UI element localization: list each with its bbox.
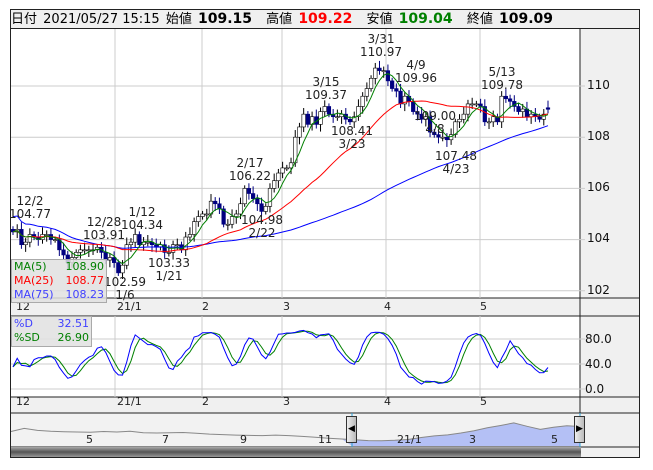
ma75-value: 108.23 [65,288,105,301]
close-label: 終値 [466,12,493,27]
nav-label-7: 7 [162,433,169,446]
low-label: 安値 [366,12,393,27]
annotation-3-23: 108.41 3/23 [331,124,373,151]
low-value: 109.04 [398,11,453,27]
annotation-12-2: 12/2 104.77 [9,194,51,221]
x-tick-2: 2 [202,300,209,313]
ma25-label: MA(25) [14,274,54,287]
nav-label-3: 3 [469,433,476,446]
date-label: 日付 [11,12,38,27]
annotation-5-13: 5/13 109.78 [481,65,523,92]
stoch-tick-0: 0.0 [585,382,605,396]
stoch-legend: %D 32.51 %SD 26.90 [11,316,92,347]
navigator-right-handle[interactable]: ▶ [574,416,585,443]
annotation-1-21: 103.33 1/21 [148,256,190,283]
navigator-left-handle[interactable]: ◀ [346,416,357,443]
sd-label: %SD [14,331,40,344]
ma25-value: 108.77 [65,274,105,287]
annotation-1-6: 102.59 1/6 [104,275,146,302]
y-tick-104: 104 [587,231,610,245]
stoch-tick-80: 80.0 [585,332,612,346]
ma-legend: MA(5) 108.90 MA(25) 108.77 MA(75) 108.23 [11,259,107,303]
nav-label-9: 9 [240,433,247,446]
stoch-x-tick-21-1: 21/1 [117,395,142,408]
d-value: 32.51 [57,317,90,330]
nav-label-11: 11 [318,433,332,446]
stoch-x-tick-5: 5 [480,395,487,408]
nav-label-5b: 5 [551,433,558,446]
y-tick-106: 106 [587,180,610,194]
high-value: 109.22 [298,11,353,27]
x-tick-5: 5 [480,300,487,313]
date-value: 2021/05/27 15:15 [43,12,160,27]
open-value: 109.15 [197,11,253,27]
nav-label-5: 5 [86,433,93,446]
open-label: 始値 [165,12,192,27]
ma5-label: MA(5) [14,260,47,273]
d-label: %D [14,317,33,330]
stoch-x-tick-3: 3 [283,395,290,408]
annotation-4-23: 107.48 4/23 [435,149,477,176]
high-label: 高値 [266,12,293,27]
x-tick-3: 3 [283,300,290,313]
y-tick-110: 110 [587,78,610,92]
y-tick-102: 102 [587,283,610,297]
y-tick-108: 108 [587,129,610,143]
annotation-12-28: 12/28 103.91 [83,215,125,242]
ohlc-header: 日付 2021/05/27 15:15 始値 109.15 高値 109.22 … [11,10,639,29]
annotation-2-17: 2/17 106.22 [229,156,271,183]
close-value: 109.09 [498,11,553,27]
annotation-1-12: 1/12 104.34 [121,205,163,232]
ma5-value: 108.90 [65,260,105,273]
chart-window: 日付 2021/05/27 15:15 始値 109.15 高値 109.22 … [0,0,653,470]
x-tick-4: 4 [384,300,391,313]
annotation-3-31: 3/31 110.97 [360,32,402,59]
ma75-label: MA(75) [14,288,54,301]
annotation-4-8: 109.00 4/8 [414,109,456,136]
annotation-4-9: 4/9 109.96 [395,58,437,85]
stoch-x-tick-12: 12 [16,395,30,408]
annotation-2-22: 104.98 2/22 [241,213,283,240]
stoch-x-tick-4: 4 [384,395,391,408]
nav-label-21-1: 21/1 [397,433,422,446]
stoch-tick-40: 40.0 [585,357,612,371]
stoch-x-tick-2: 2 [202,395,209,408]
sd-value: 26.90 [57,331,90,344]
annotation-3-15: 3/15 109.37 [305,75,347,102]
navigator-scrollbar[interactable] [11,447,581,457]
